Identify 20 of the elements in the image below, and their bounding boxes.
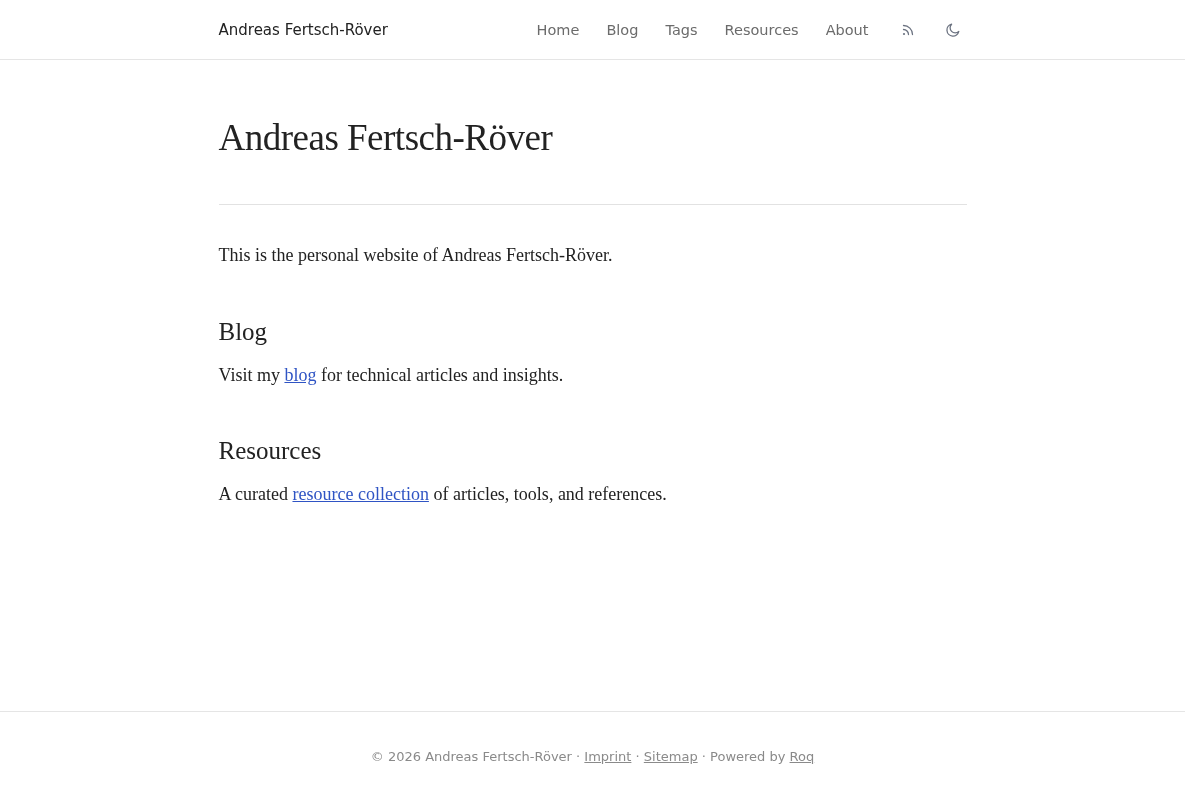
footer-link[interactable]: Imprint [584,748,632,764]
nav-link[interactable]: Home [536,21,580,38]
footer-link[interactable]: Roq [789,748,815,764]
section-paragraph: Visit my blog for technical articles and insights. [218,363,565,387]
section-heading: Resources [218,436,323,467]
moon-icon[interactable] [945,22,960,37]
section-heading: Blog [218,317,269,348]
footer-link[interactable]: Sitemap [643,748,698,764]
nav-link[interactable]: Blog [606,21,639,38]
intro-paragraph: This is the personal website of Andreas Fertsch-Röver. [218,244,614,268]
text-link[interactable]: blog [284,364,317,385]
nav-link[interactable]: Tags [665,21,698,38]
nav-link[interactable]: About [825,21,869,38]
section-paragraph: A curated resource collection of articles, tools, and references. [218,483,668,506]
page-title: Andreas Fertsch-Röver [218,116,554,160]
nav-link[interactable]: Resources [724,21,799,38]
footer-text: © 2026 Andreas Fertsch-Röver · Imprint · Sitemap · Powered by Roq [370,748,815,764]
text-link[interactable]: resource collection [292,484,429,504]
site-brand-link[interactable]: Andreas Fertsch-Röver [218,20,388,39]
rss-icon[interactable] [901,23,914,36]
